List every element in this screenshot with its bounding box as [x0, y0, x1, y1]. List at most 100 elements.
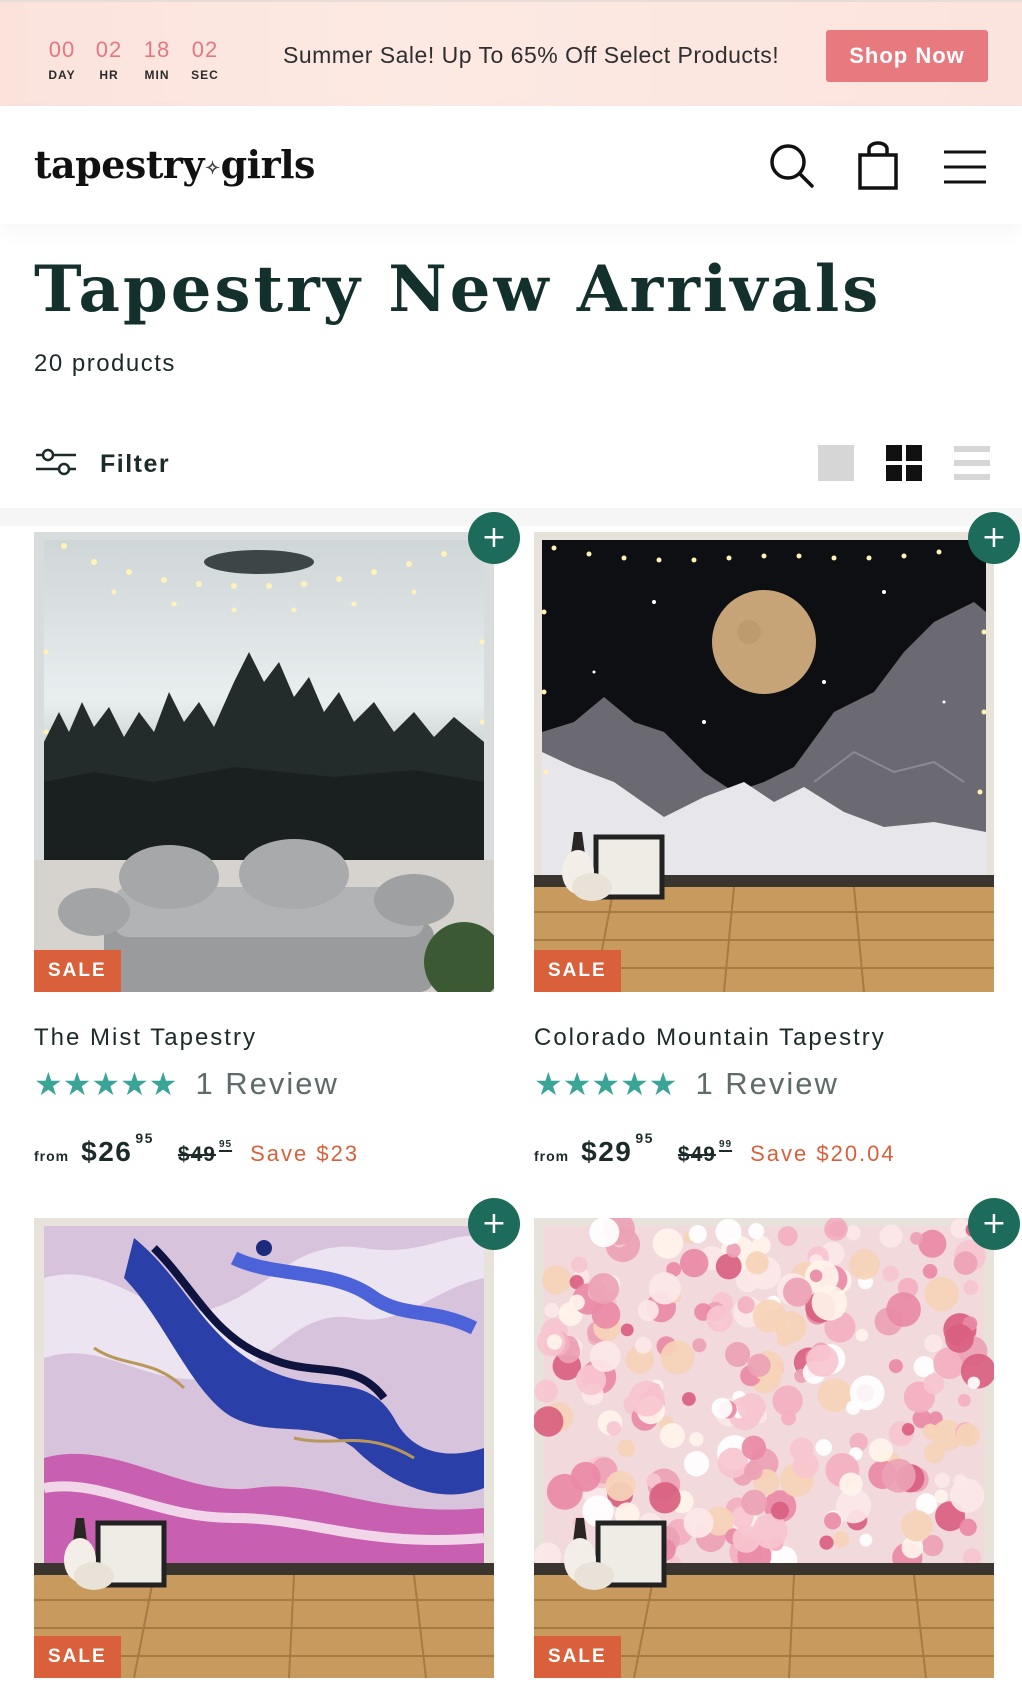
flower-texture — [868, 1438, 893, 1463]
countdown-unit: MIN — [144, 68, 170, 82]
quick-add-button[interactable]: + — [968, 1198, 1020, 1250]
savings-label: Save $20.04 — [750, 1141, 896, 1166]
flower-texture — [649, 1482, 681, 1514]
sale-badge: SALE — [34, 950, 121, 992]
flower-texture — [956, 1423, 980, 1447]
star-icon: ★ — [148, 1066, 178, 1102]
price-row: from $26 95 $49 95 Save $23 — [34, 1130, 359, 1168]
large-grid-icon — [816, 445, 856, 487]
flower-texture — [811, 1285, 848, 1321]
flower-texture — [918, 1229, 947, 1258]
flower-texture — [726, 1243, 741, 1258]
product-image-marble[interactable] — [34, 1218, 494, 1678]
price-from-label: from — [34, 1148, 70, 1164]
flower-texture — [923, 1373, 945, 1395]
quick-add-button[interactable]: + — [468, 1198, 520, 1250]
flower-texture — [809, 1269, 823, 1283]
flower-texture — [922, 1264, 938, 1279]
countdown-minutes: 18 MIN — [135, 38, 179, 83]
star-icon: ★ — [62, 1066, 92, 1102]
product-image-mist[interactable] — [34, 532, 494, 992]
sliders-icon — [34, 446, 78, 483]
countdown-value: 00 — [48, 37, 76, 62]
flower-texture — [682, 1392, 696, 1406]
shop-now-button[interactable]: Shop Now — [826, 30, 988, 82]
small-grid-view-button[interactable] — [884, 443, 924, 483]
flower-texture — [910, 1232, 923, 1245]
site-logo[interactable]: tapestry✧girls — [34, 142, 315, 187]
flower-texture — [953, 1251, 978, 1275]
flower-texture — [806, 1344, 839, 1377]
flower-texture — [534, 1379, 558, 1403]
menu-icon[interactable] — [936, 138, 992, 194]
flower-texture — [953, 1474, 968, 1489]
flower-texture — [692, 1338, 707, 1353]
flower-texture — [683, 1451, 710, 1477]
flower-texture — [922, 1423, 938, 1440]
product-name[interactable]: The Mist Tapestry — [34, 1024, 257, 1052]
flower-texture — [747, 1353, 771, 1377]
sale-price: $26 95 — [81, 1130, 154, 1168]
flower-texture — [534, 1406, 564, 1437]
sale-price-dollars: $29 — [581, 1136, 633, 1167]
quick-add-button[interactable]: + — [468, 512, 520, 564]
flower-texture — [659, 1423, 685, 1448]
flower-texture — [859, 1533, 873, 1547]
flower-texture — [628, 1380, 665, 1417]
sale-price-dollars: $26 — [81, 1136, 133, 1167]
flower-texture — [888, 1359, 903, 1374]
sale-price-cents: 95 — [135, 1130, 154, 1146]
original-price-dollars: $49 — [177, 1143, 216, 1166]
product-image-flowers[interactable] — [534, 1218, 994, 1678]
flower-texture — [882, 1265, 899, 1282]
star-icon: ★ — [648, 1066, 678, 1102]
star-icon: ★ — [591, 1066, 621, 1102]
flower-texture — [741, 1435, 766, 1460]
announcement-text: Summer Sale! Up To 65% Off Select Produc… — [283, 42, 780, 68]
flower-texture — [688, 1225, 707, 1244]
countdown-value: 02 — [191, 37, 219, 62]
review-count[interactable]: 1 Review — [195, 1066, 339, 1102]
flower-texture — [924, 1442, 945, 1464]
original-price-cents: 99 — [718, 1139, 733, 1150]
star-icon: ★ — [91, 1066, 121, 1102]
original-price: $49 95 — [177, 1139, 232, 1167]
logo-word-right: girls — [220, 142, 316, 187]
flower-texture — [957, 1393, 971, 1407]
filter-button[interactable]: Filter — [34, 444, 170, 484]
flower-texture — [745, 1251, 769, 1275]
product-count: 20 products — [34, 350, 176, 377]
flower-texture — [924, 1276, 959, 1312]
flower-texture — [546, 1334, 563, 1350]
flower-texture — [634, 1336, 652, 1354]
list-view-button[interactable] — [952, 443, 992, 483]
sale-price-cents: 95 — [635, 1130, 654, 1146]
flower-texture — [771, 1501, 789, 1520]
quick-add-button[interactable]: + — [968, 512, 1020, 564]
flower-texture — [620, 1323, 634, 1337]
sale-price: $29 95 — [581, 1130, 654, 1168]
sale-badge: SALE — [534, 1636, 621, 1678]
countdown-unit: SEC — [191, 68, 219, 82]
review-count[interactable]: 1 Review — [695, 1066, 839, 1102]
product-image-colorado[interactable] — [534, 532, 994, 992]
product-name[interactable]: Colorado Mountain Tapestry — [534, 1024, 886, 1052]
flower-texture — [544, 1302, 560, 1318]
star-icon: ★ — [620, 1066, 649, 1102]
star-icon: ★ — [120, 1066, 149, 1102]
countdown-unit: HR — [99, 68, 119, 82]
flower-texture — [967, 1376, 980, 1389]
flower-texture — [648, 1272, 681, 1305]
flower-texture — [715, 1218, 742, 1245]
flower-texture — [849, 1249, 880, 1280]
star-icon: ★ — [34, 1066, 63, 1102]
flower-texture — [606, 1421, 622, 1436]
flower-texture — [752, 1299, 786, 1333]
flower-texture — [689, 1432, 704, 1447]
flower-texture — [945, 1324, 974, 1353]
search-icon[interactable] — [764, 138, 820, 194]
large-grid-view-button[interactable] — [816, 443, 856, 483]
star-rating: ★ ★ ★ ★ ★ 1 Review — [534, 1066, 839, 1102]
cart-icon[interactable] — [850, 138, 906, 194]
countdown-hours: 02 HR — [87, 38, 131, 83]
